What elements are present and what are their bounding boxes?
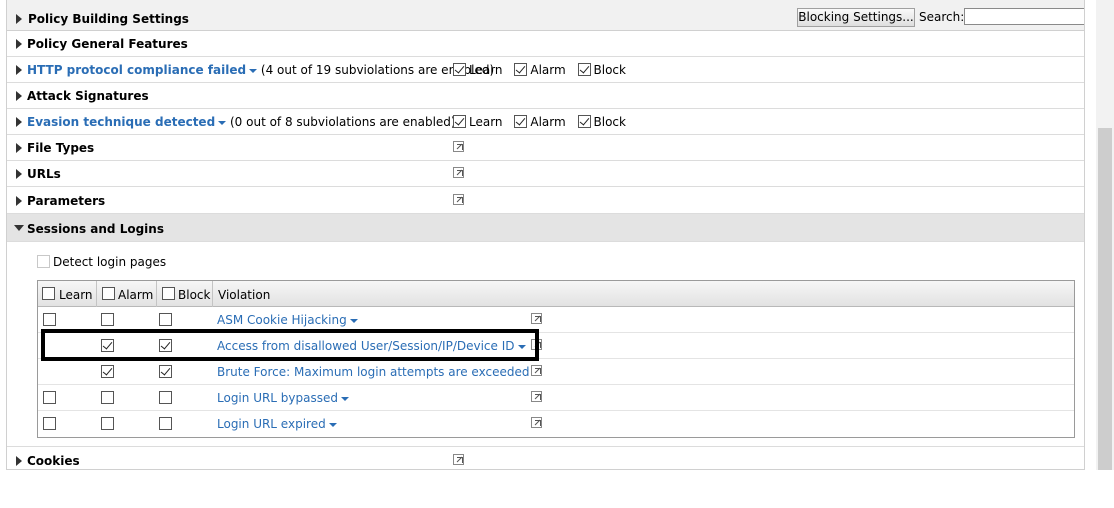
external-link-icon[interactable] (531, 313, 542, 324)
learn-all-checkbox[interactable] (42, 287, 55, 300)
learn-checkbox[interactable] (43, 417, 56, 430)
section-title: URLs (27, 167, 61, 181)
alarm-checkbox[interactable] (514, 63, 528, 76)
block-checkbox[interactable] (577, 115, 591, 128)
section-title: Cookies (27, 454, 80, 468)
caret-down-icon[interactable] (349, 318, 358, 323)
column-learn: Learn (38, 281, 97, 307)
section-title: Policy General Features (27, 37, 188, 51)
triangle-right-icon[interactable] (16, 456, 22, 466)
violation-link[interactable]: Login URL bypassed (217, 391, 338, 405)
block-checkbox[interactable] (159, 313, 172, 326)
detect-login-checkbox[interactable] (37, 255, 50, 268)
triangle-right-icon[interactable] (16, 169, 22, 179)
alarm-checkbox[interactable] (101, 365, 114, 378)
external-link-icon[interactable] (453, 194, 464, 205)
alarm-checkbox[interactable] (101, 417, 114, 430)
triangle-right-icon[interactable] (16, 91, 22, 101)
block-checkbox[interactable] (159, 365, 172, 378)
caret-down-icon[interactable] (328, 422, 337, 427)
section-attack-signatures[interactable]: Attack Signatures (7, 83, 1084, 109)
subviolations-note: (0 out of 8 subviolations are enabled) (229, 115, 456, 129)
search-label: Search: (919, 10, 965, 24)
table-row: Login URL expired (38, 411, 1074, 437)
section-urls[interactable]: URLs (7, 161, 1084, 187)
triangle-down-icon[interactable] (14, 225, 24, 231)
caret-down-icon[interactable] (218, 120, 227, 125)
evasion-technique-link[interactable]: Evasion technique detected (27, 115, 215, 129)
block-label: Block (593, 114, 626, 129)
learn-checkbox[interactable] (453, 63, 466, 76)
learn-label: Learn (469, 62, 503, 77)
caret-down-icon[interactable] (341, 396, 350, 401)
alarm-checkbox[interactable] (101, 391, 114, 404)
triangle-right-icon[interactable] (16, 39, 22, 49)
column-alarm-label: Alarm (118, 288, 154, 302)
external-link-icon[interactable] (531, 365, 542, 376)
block-checkbox[interactable] (159, 417, 172, 430)
external-link-icon[interactable] (453, 141, 464, 152)
column-block-label: Block (178, 288, 211, 302)
section-http-protocol-compliance[interactable]: HTTP protocol compliance failed (4 out o… (7, 57, 1084, 83)
learn-checkbox[interactable] (43, 313, 56, 326)
section-title: Attack Signatures (27, 89, 149, 103)
external-link-icon[interactable] (531, 417, 542, 428)
table-row: Login URL bypassed (38, 385, 1074, 411)
violation-link[interactable]: ASM Cookie Hijacking (217, 313, 347, 327)
alarm-checkbox[interactable] (101, 313, 114, 326)
column-block: Block (157, 281, 213, 307)
section-parameters[interactable]: Parameters (7, 188, 1084, 214)
column-alarm: Alarm (97, 281, 157, 307)
external-link-icon[interactable] (531, 391, 542, 402)
violations-table-header: Learn Alarm Block Violation (38, 281, 1074, 307)
block-checkbox[interactable] (159, 391, 172, 404)
section-policy-general-features[interactable]: Policy General Features (7, 31, 1084, 57)
external-link-icon[interactable] (453, 167, 464, 178)
external-link-icon[interactable] (453, 454, 464, 465)
triangle-right-icon[interactable] (16, 196, 22, 206)
alarm-checkbox[interactable] (514, 115, 528, 128)
violation-link[interactable]: Brute Force: Maximum login attempts are … (217, 365, 529, 379)
blocking-settings-button[interactable]: Blocking Settings... (797, 8, 915, 27)
vertical-scrollbar[interactable] (1096, 0, 1114, 470)
highlight-annotation-box (41, 329, 539, 361)
block-label: Block (593, 62, 626, 77)
learn-checkbox[interactable] (43, 391, 56, 404)
section-title: Parameters (27, 194, 106, 208)
block-checkbox[interactable] (577, 63, 591, 76)
section-evasion-technique[interactable]: Evasion technique detected (0 out of 8 s… (7, 109, 1084, 135)
section-title: Sessions and Logins (27, 222, 164, 236)
triangle-right-icon[interactable] (16, 65, 22, 75)
policy-building-panel: Policy Building Settings Blocking Settin… (6, 0, 1085, 470)
section-file-types[interactable]: File Types (7, 135, 1084, 161)
column-violation: Violation (213, 281, 1074, 307)
column-learn-label: Learn (59, 288, 93, 302)
triangle-right-icon[interactable] (16, 117, 22, 127)
http-compliance-link[interactable]: HTTP protocol compliance failed (27, 63, 246, 77)
detect-login-label: Detect login pages (53, 254, 167, 269)
alarm-label: Alarm (530, 114, 566, 129)
page-title: Policy Building Settings (28, 12, 189, 26)
alarm-label: Alarm (530, 62, 566, 77)
column-violation-label: Violation (218, 288, 271, 302)
caret-down-icon[interactable] (249, 68, 258, 73)
learn-checkbox[interactable] (453, 115, 466, 128)
violation-link[interactable]: Login URL expired (217, 417, 326, 431)
search-input[interactable] (964, 8, 1084, 25)
policy-building-header: Policy Building Settings Blocking Settin… (7, 0, 1084, 31)
learn-label: Learn (469, 114, 503, 129)
block-all-checkbox[interactable] (162, 287, 175, 300)
section-cookies[interactable]: Cookies (7, 448, 1084, 469)
triangle-right-icon[interactable] (16, 143, 22, 153)
table-row: Brute Force: Maximum login attempts are … (38, 359, 1074, 385)
section-sessions-and-logins[interactable]: Sessions and Logins (7, 214, 1084, 242)
section-title: File Types (27, 141, 95, 155)
alarm-all-checkbox[interactable] (102, 287, 115, 300)
triangle-right-icon[interactable] (16, 14, 22, 24)
scrollbar-thumb[interactable] (1098, 128, 1112, 470)
